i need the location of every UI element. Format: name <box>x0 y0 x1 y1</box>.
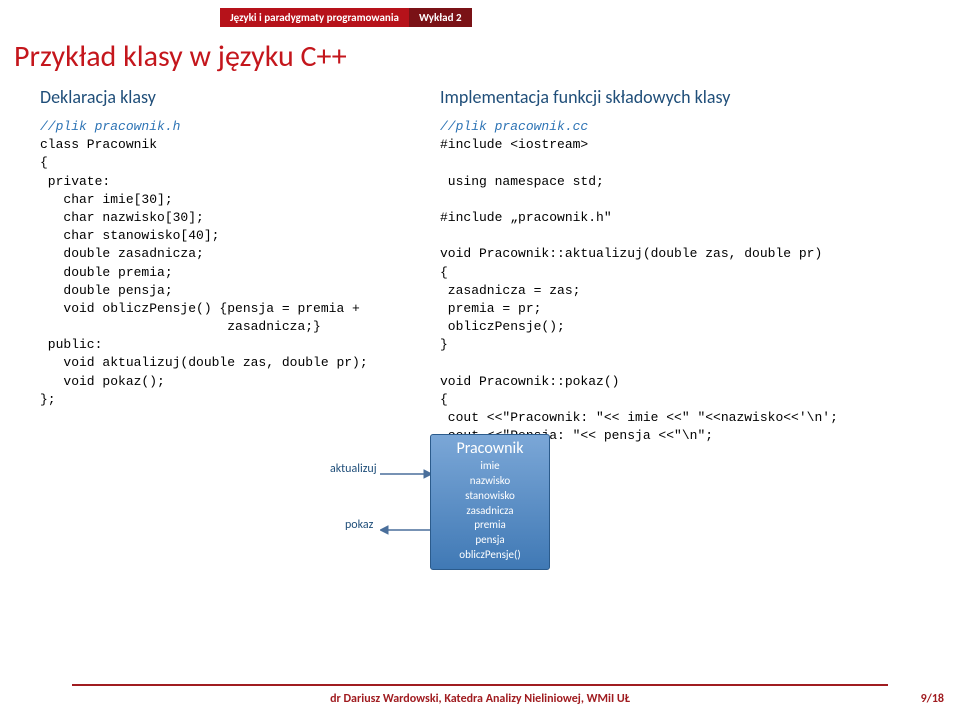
header-band: Języki i paradygmaty programowania Wykła… <box>220 8 472 27</box>
arrow-aktualizuj-icon <box>380 468 432 480</box>
uml-attr: obliczPensje() <box>431 548 549 563</box>
page-number: 9/18 <box>921 692 944 706</box>
uml-attr: stanowisko <box>431 489 549 504</box>
footer-divider <box>72 684 888 686</box>
code-block-implementation: //plik pracownik.cc #include <iostream> … <box>440 118 838 464</box>
uml-method-aktualizuj: aktualizuj <box>330 462 377 476</box>
uml-attr: premia <box>431 518 549 533</box>
uml-attr: imie <box>431 459 549 474</box>
code-body: class Pracownik { private: char imie[30]… <box>40 137 368 407</box>
code-comment: //plik pracownik.h <box>40 119 180 134</box>
code-comment: //plik pracownik.cc <box>440 119 588 134</box>
arrow-pokaz-icon <box>380 524 432 536</box>
header-subject: Języki i paradygmaty programowania <box>220 8 409 27</box>
uml-attr: nazwisko <box>431 474 549 489</box>
uml-attr: zasadnicza <box>431 504 549 519</box>
header-lecture: Wykład 2 <box>409 8 472 27</box>
code-block-header: //plik pracownik.h class Pracownik { pri… <box>40 118 368 409</box>
subtitle-declaration: Deklaracja klasy <box>40 86 156 108</box>
uml-attr: pensja <box>431 533 549 548</box>
page-title: Przykład klasy w języku C++ <box>14 38 347 75</box>
uml-class-name: Pracownik <box>431 439 549 458</box>
uml-class-box: Pracownik imie nazwisko stanowisko zasad… <box>430 434 550 570</box>
code-body: #include <iostream> using namespace std;… <box>440 137 838 461</box>
footer-author: dr Dariusz Wardowski, Katedra Analizy Ni… <box>0 692 960 706</box>
subtitle-implementation: Implementacja funkcji składowych klasy <box>440 86 730 108</box>
uml-method-pokaz: pokaz <box>345 518 373 532</box>
uml-diagram: aktualizuj pokaz Pracownik imie nazwisko… <box>300 434 660 584</box>
